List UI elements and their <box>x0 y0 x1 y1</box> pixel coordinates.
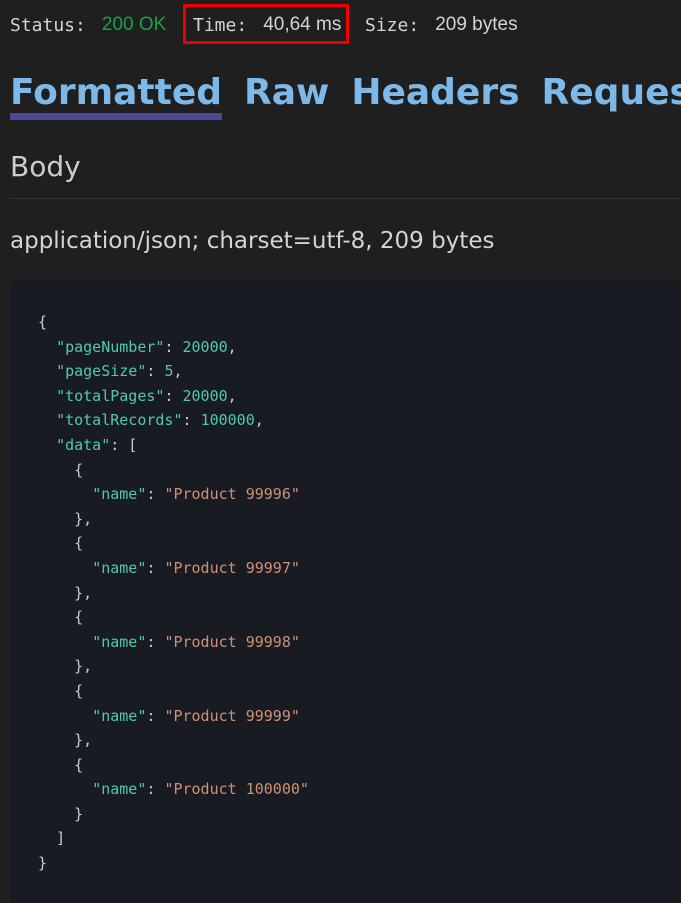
json-response-panel[interactable]: { "pageNumber": 20000, "pageSize": 5, "t… <box>10 281 681 903</box>
json-value-name: Product 99999 <box>173 706 291 725</box>
json-body: { "pageNumber": 20000, "pageSize": 5, "t… <box>38 313 309 873</box>
section-divider <box>10 198 681 199</box>
json-value-name: Product 99998 <box>173 632 291 651</box>
time-value: 40,64 ms <box>263 14 342 35</box>
json-value-page-number: 20000 <box>182 337 228 356</box>
json-value-name: Product 99997 <box>173 558 291 577</box>
content-type-info: application/json; charset=utf-8, 209 byt… <box>10 228 495 254</box>
status-value: 200 OK <box>101 14 167 35</box>
json-value-name: Product 100000 <box>173 780 300 799</box>
size-value: 209 bytes <box>435 14 518 35</box>
json-value-name: Product 99996 <box>173 485 291 504</box>
response-tabs: Formatted Raw Headers Request <box>10 72 681 120</box>
tab-request[interactable]: Request <box>542 72 681 120</box>
tab-raw[interactable]: Raw <box>244 72 329 120</box>
time-label: Time: <box>193 14 248 36</box>
tab-headers[interactable]: Headers <box>351 72 519 120</box>
status-label: Status: <box>10 14 86 36</box>
tab-formatted[interactable]: Formatted <box>10 72 223 120</box>
json-value-total-records: 100000 <box>200 411 255 430</box>
json-value-total-pages: 20000 <box>182 386 228 405</box>
body-heading: Body <box>10 150 81 183</box>
size-label: Size: <box>365 14 420 36</box>
